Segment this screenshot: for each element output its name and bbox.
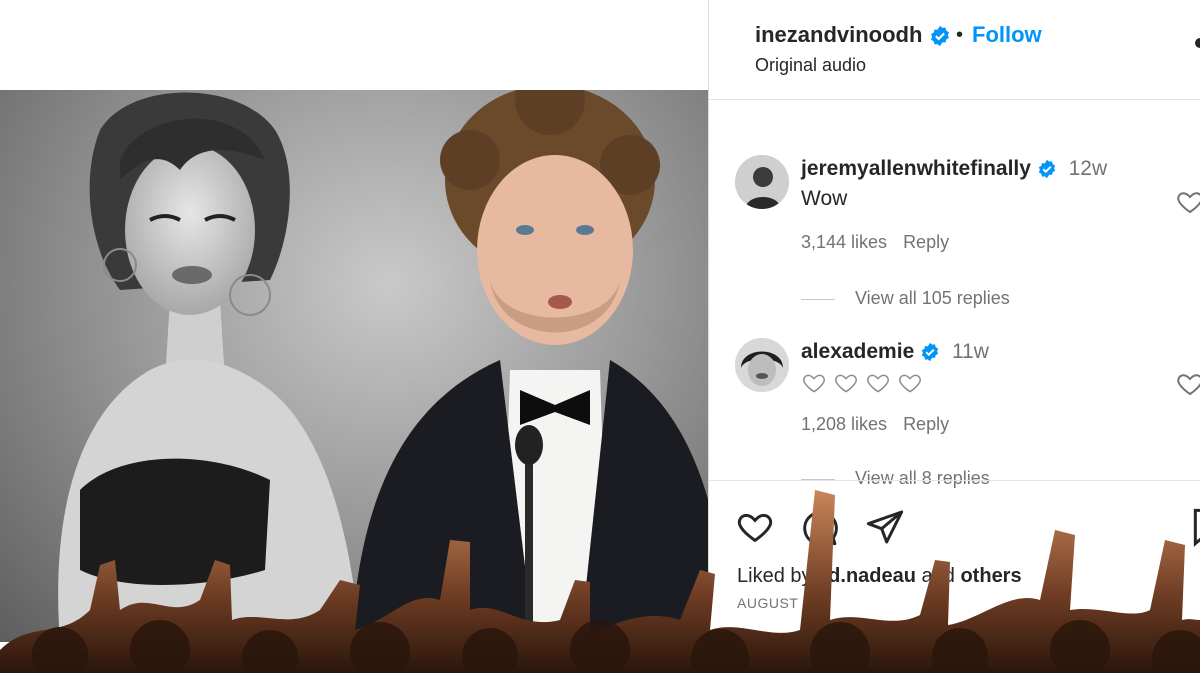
like-comment-heart-icon[interactable] [1175,187,1200,217]
comment-text: Wow [801,187,848,210]
heart-outline-icon [899,374,921,393]
comment-time[interactable]: 11w [952,340,989,363]
like-heart-icon[interactable] [735,507,775,547]
more-options-icon[interactable] [1195,38,1200,48]
view-replies-button[interactable]: View all 105 replies [801,288,1010,309]
comment-username[interactable]: alexademie [801,340,914,363]
liked-by-user[interactable]: ed.nadeau [817,565,916,587]
comment-text-hearts [801,370,923,396]
follow-button[interactable]: Follow [972,22,1042,48]
post-side-panel: inezandvinoodh • Follow Original audio j… [708,0,1200,673]
reply-button[interactable]: Reply [903,414,949,434]
comment-bubble-icon[interactable] [799,507,839,547]
share-paper-plane-icon[interactable] [865,507,905,547]
like-comment-heart-icon[interactable] [1175,369,1200,399]
avatar[interactable] [735,338,789,392]
post-date[interactable]: AUGUST 16 [737,595,819,611]
post-media[interactable] [0,90,708,642]
comment-username[interactable]: jeremyallenwhitefinally [801,157,1031,180]
liked-by-text: Liked by ed.nadeau and others [737,565,1022,588]
author-username-text[interactable]: inezandvinoodh [755,22,922,47]
liked-prefix: Liked by [737,565,818,587]
replies-divider [801,298,835,300]
save-bookmark-icon[interactable] [1187,507,1200,547]
man-photo [351,90,708,642]
verified-badge-icon [1038,160,1055,179]
author-username[interactable]: inezandvinoodh [755,22,951,48]
verified-badge-icon [930,26,949,47]
comment-item: alexademie 11w 1,208 likes Reply View all… [735,338,1200,488]
heart-outline-icon [835,374,857,393]
view-replies-text[interactable]: View all 105 replies [855,288,1010,308]
separator-dot: • [956,24,964,46]
reply-button[interactable]: Reply [903,232,949,252]
comment-likes[interactable]: 1,208 likes [801,414,887,434]
liked-others[interactable]: others [960,565,1021,587]
avatar-image [735,338,789,392]
comment-time[interactable]: 12w [1069,157,1108,180]
post-actions: Liked by ed.nadeau and others AUGUST 16 [709,480,1200,673]
comment-likes[interactable]: 3,144 likes [801,232,887,252]
post-header: inezandvinoodh • Follow Original audio [709,0,1200,100]
woman-photo [58,92,360,642]
comment-item: jeremyallenwhitefinally 12w Wow 3,144 li… [735,155,1200,315]
liked-middle: and [915,565,961,587]
verified-badge-icon [921,343,939,362]
avatar[interactable] [735,155,789,209]
heart-outline-icon [803,374,825,393]
avatar-image [735,155,789,209]
heart-outline-icon [867,374,889,393]
original-audio-link[interactable]: Original audio [755,55,866,76]
